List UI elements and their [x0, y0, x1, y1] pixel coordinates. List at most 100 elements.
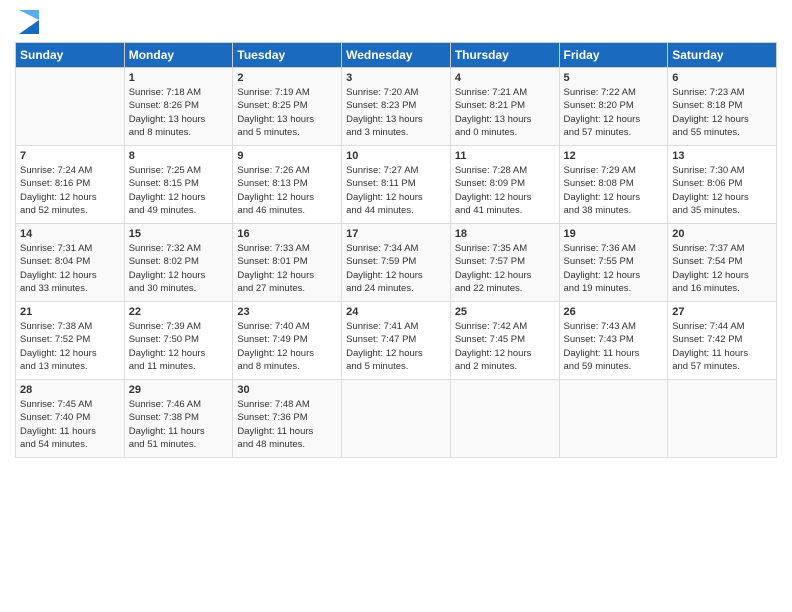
day-info: Sunrise: 7:32 AM Sunset: 8:02 PM Dayligh…	[129, 242, 229, 295]
page: SundayMondayTuesdayWednesdayThursdayFrid…	[0, 0, 792, 612]
day-info: Sunrise: 7:30 AM Sunset: 8:06 PM Dayligh…	[672, 164, 772, 217]
header-row: SundayMondayTuesdayWednesdayThursdayFrid…	[16, 43, 777, 68]
calendar-table: SundayMondayTuesdayWednesdayThursdayFrid…	[15, 42, 777, 458]
day-info: Sunrise: 7:23 AM Sunset: 8:18 PM Dayligh…	[672, 86, 772, 139]
day-number: 28	[20, 384, 120, 396]
calendar-cell: 22 Sunrise: 7:39 AM Sunset: 7:50 PM Dayli…	[124, 302, 233, 380]
calendar-cell	[16, 68, 125, 146]
day-number: 13	[672, 150, 772, 162]
day-number: 2	[237, 72, 337, 84]
logo-icon	[19, 10, 39, 34]
day-info: Sunrise: 7:48 AM Sunset: 7:36 PM Dayligh…	[237, 398, 337, 451]
day-info: Sunrise: 7:39 AM Sunset: 7:50 PM Dayligh…	[129, 320, 229, 373]
day-number: 10	[346, 150, 446, 162]
day-number: 29	[129, 384, 229, 396]
day-number: 15	[129, 228, 229, 240]
day-info: Sunrise: 7:20 AM Sunset: 8:23 PM Dayligh…	[346, 86, 446, 139]
calendar-cell	[342, 380, 451, 458]
day-info: Sunrise: 7:37 AM Sunset: 7:54 PM Dayligh…	[672, 242, 772, 295]
calendar-cell: 25Sunrise: 7:42 AM Sunset: 7:45 PM Dayli…	[450, 302, 559, 380]
day-info: Sunrise: 7:38 AM Sunset: 7:52 PM Dayligh…	[20, 320, 120, 373]
day-info: Sunrise: 7:24 AM Sunset: 8:16 PM Dayligh…	[20, 164, 120, 217]
calendar-cell: 21 Sunrise: 7:38 AM Sunset: 7:52 PM Dayli…	[16, 302, 125, 380]
day-info: Sunrise: 7:29 AM Sunset: 8:08 PM Dayligh…	[564, 164, 664, 217]
calendar-week-row: 21 Sunrise: 7:38 AM Sunset: 7:52 PM Dayli…	[16, 302, 777, 380]
day-number: 27	[672, 306, 772, 318]
day-number: 5	[564, 72, 664, 84]
day-number: 21	[20, 306, 120, 318]
day-number: 6	[672, 72, 772, 84]
calendar-cell: 18 Sunrise: 7:35 AM Sunset: 7:57 PM Dayli…	[450, 224, 559, 302]
day-number: 18	[455, 228, 555, 240]
day-number: 14	[20, 228, 120, 240]
day-info: Sunrise: 7:21 AM Sunset: 8:21 PM Dayligh…	[455, 86, 555, 139]
calendar-cell: 23 Sunrise: 7:40 AM Sunset: 7:49 PM Dayli…	[233, 302, 342, 380]
calendar-week-row: 1 Sunrise: 7:18 AM Sunset: 8:26 PM Daylig…	[16, 68, 777, 146]
day-number: 19	[564, 228, 664, 240]
calendar-cell	[450, 380, 559, 458]
day-number: 3	[346, 72, 446, 84]
calendar-cell: 26 Sunrise: 7:43 AM Sunset: 7:43 PM Dayli…	[559, 302, 668, 380]
day-number: 26	[564, 306, 664, 318]
day-number: 22	[129, 306, 229, 318]
calendar-cell: 7 Sunrise: 7:24 AM Sunset: 8:16 PM Daylig…	[16, 146, 125, 224]
header-cell: Tuesday	[233, 43, 342, 68]
calendar-cell: 28 Sunrise: 7:45 AM Sunset: 7:40 PM Dayli…	[16, 380, 125, 458]
calendar-cell: 6 Sunrise: 7:23 AM Sunset: 8:18 PM Daylig…	[668, 68, 777, 146]
day-number: 20	[672, 228, 772, 240]
calendar-cell: 17 Sunrise: 7:34 AM Sunset: 7:59 PM Dayli…	[342, 224, 451, 302]
calendar-cell: 5 Sunrise: 7:22 AM Sunset: 8:20 PM Daylig…	[559, 68, 668, 146]
day-number: 7	[20, 150, 120, 162]
day-number: 17	[346, 228, 446, 240]
day-info: Sunrise: 7:35 AM Sunset: 7:57 PM Dayligh…	[455, 242, 555, 295]
calendar-cell: 13 Sunrise: 7:30 AM Sunset: 8:06 PM Dayli…	[668, 146, 777, 224]
calendar-cell: 16 Sunrise: 7:33 AM Sunset: 8:01 PM Dayli…	[233, 224, 342, 302]
day-info: Sunrise: 7:36 AM Sunset: 7:55 PM Dayligh…	[564, 242, 664, 295]
day-info: Sunrise: 7:42 AM Sunset: 7:45 PM Dayligh…	[455, 320, 555, 373]
header-cell: Wednesday	[342, 43, 451, 68]
calendar-cell: 10 Sunrise: 7:27 AM Sunset: 8:11 PM Dayli…	[342, 146, 451, 224]
calendar-header: SundayMondayTuesdayWednesdayThursdayFrid…	[16, 43, 777, 68]
day-info: Sunrise: 7:18 AM Sunset: 8:26 PM Dayligh…	[129, 86, 229, 139]
calendar-week-row: 7 Sunrise: 7:24 AM Sunset: 8:16 PM Daylig…	[16, 146, 777, 224]
day-info: Sunrise: 7:33 AM Sunset: 8:01 PM Dayligh…	[237, 242, 337, 295]
calendar-cell: 24Sunrise: 7:41 AM Sunset: 7:47 PM Dayli…	[342, 302, 451, 380]
day-info: Sunrise: 7:22 AM Sunset: 8:20 PM Dayligh…	[564, 86, 664, 139]
day-number: 11	[455, 150, 555, 162]
day-number: 8	[129, 150, 229, 162]
day-info: Sunrise: 7:44 AM Sunset: 7:42 PM Dayligh…	[672, 320, 772, 373]
day-info: Sunrise: 7:34 AM Sunset: 7:59 PM Dayligh…	[346, 242, 446, 295]
day-number: 16	[237, 228, 337, 240]
header	[15, 10, 777, 34]
day-number: 23	[237, 306, 337, 318]
day-info: Sunrise: 7:25 AM Sunset: 8:15 PM Dayligh…	[129, 164, 229, 217]
calendar-cell: 2 Sunrise: 7:19 AM Sunset: 8:25 PM Daylig…	[233, 68, 342, 146]
day-info: Sunrise: 7:27 AM Sunset: 8:11 PM Dayligh…	[346, 164, 446, 217]
calendar-cell: 9Sunrise: 7:26 AM Sunset: 8:13 PM Daylig…	[233, 146, 342, 224]
day-number: 1	[129, 72, 229, 84]
calendar-cell: 14 Sunrise: 7:31 AM Sunset: 8:04 PM Dayli…	[16, 224, 125, 302]
day-info: Sunrise: 7:40 AM Sunset: 7:49 PM Dayligh…	[237, 320, 337, 373]
day-number: 4	[455, 72, 555, 84]
calendar-cell: 4 Sunrise: 7:21 AM Sunset: 8:21 PM Daylig…	[450, 68, 559, 146]
calendar-cell: 12 Sunrise: 7:29 AM Sunset: 8:08 PM Dayli…	[559, 146, 668, 224]
day-info: Sunrise: 7:31 AM Sunset: 8:04 PM Dayligh…	[20, 242, 120, 295]
calendar-cell: 30 Sunrise: 7:48 AM Sunset: 7:36 PM Dayli…	[233, 380, 342, 458]
header-cell: Friday	[559, 43, 668, 68]
day-number: 12	[564, 150, 664, 162]
day-info: Sunrise: 7:45 AM Sunset: 7:40 PM Dayligh…	[20, 398, 120, 451]
day-number: 9	[237, 150, 337, 162]
day-info: Sunrise: 7:41 AM Sunset: 7:47 PM Dayligh…	[346, 320, 446, 373]
day-number: 30	[237, 384, 337, 396]
day-info: Sunrise: 7:43 AM Sunset: 7:43 PM Dayligh…	[564, 320, 664, 373]
header-cell: Monday	[124, 43, 233, 68]
calendar-cell: 29 Sunrise: 7:46 AM Sunset: 7:38 PM Dayli…	[124, 380, 233, 458]
day-info: Sunrise: 7:19 AM Sunset: 8:25 PM Dayligh…	[237, 86, 337, 139]
calendar-week-row: 14 Sunrise: 7:31 AM Sunset: 8:04 PM Dayli…	[16, 224, 777, 302]
day-info: Sunrise: 7:46 AM Sunset: 7:38 PM Dayligh…	[129, 398, 229, 451]
logo	[15, 10, 39, 34]
day-info: Sunrise: 7:28 AM Sunset: 8:09 PM Dayligh…	[455, 164, 555, 217]
calendar-cell: 3 Sunrise: 7:20 AM Sunset: 8:23 PM Daylig…	[342, 68, 451, 146]
calendar-cell	[668, 380, 777, 458]
header-cell: Sunday	[16, 43, 125, 68]
